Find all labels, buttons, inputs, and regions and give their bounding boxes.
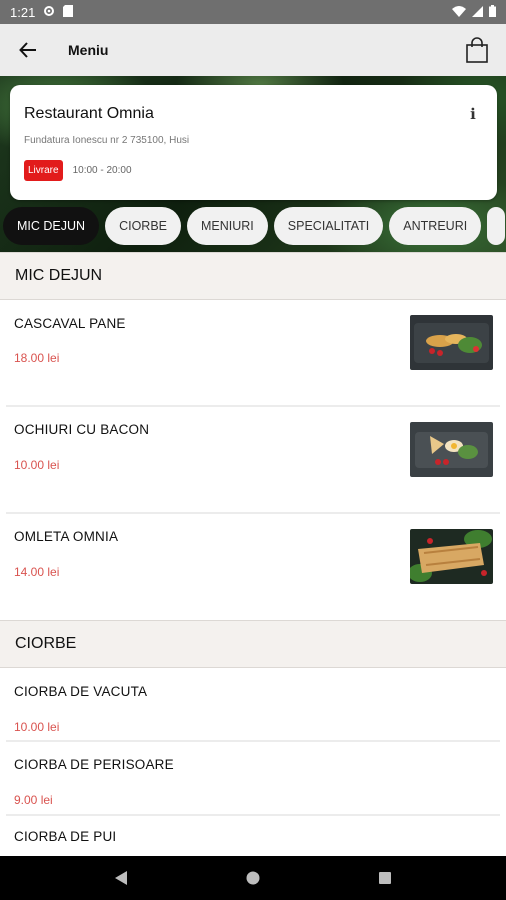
status-bar: 1:21 — [0, 0, 506, 24]
item-name: CIORBA DE PUI — [14, 829, 117, 844]
tab-more[interactable] — [487, 207, 506, 245]
back-button[interactable] — [14, 36, 42, 64]
category-tabs: MIC DEJUN CIORBE MENIURI SPECIALITATI AN… — [3, 207, 506, 245]
restaurant-hero: Restaurant Omnia Fundatura Ionescu nr 2 … — [0, 76, 506, 252]
arrow-back-icon — [19, 42, 36, 58]
tab-ciorbe[interactable]: CIORBE — [105, 207, 181, 245]
item-name: OMLETA OMNIA — [14, 529, 119, 544]
restaurant-name: Restaurant Omnia — [24, 105, 154, 122]
item-price: 18.00 lei — [14, 351, 60, 365]
item-photo — [410, 315, 493, 370]
wifi-icon — [452, 5, 466, 20]
item-name: CIORBA DE PERISOARE — [14, 757, 174, 772]
item-name: CASCAVAL PANE — [14, 316, 126, 331]
nav-recents-button[interactable] — [375, 868, 395, 888]
item-name: OCHIURI CU BACON — [14, 422, 150, 437]
item-photo — [410, 422, 493, 477]
nav-back-button[interactable] — [111, 868, 131, 888]
tab-specialitati[interactable]: SPECIALITATI — [273, 207, 384, 245]
item-price: 10.00 lei — [14, 458, 60, 472]
cart-button[interactable] — [462, 35, 492, 65]
tab-antreuri[interactable]: ANTREURI — [389, 207, 482, 245]
tab-mic-dejun[interactable]: MIC DEJUN — [3, 207, 100, 245]
sd-card-icon — [63, 4, 74, 20]
menu-item-ciorba-de-pui[interactable]: CIORBA DE PUI — [0, 816, 506, 856]
menu-item-cascaval-pane[interactable]: CASCAVAL PANE 18.00 lei — [0, 300, 506, 406]
app-bar: Meniu — [0, 24, 506, 76]
settings-status-icon — [43, 5, 55, 20]
menu-item-ochiuri-cu-bacon[interactable]: OCHIURI CU BACON 10.00 lei — [0, 407, 506, 513]
item-photo — [410, 529, 493, 584]
status-time: 1:21 — [10, 4, 36, 20]
menu-item-ciorba-de-vacuta[interactable]: CIORBA DE VACUTA 10.00 lei — [0, 668, 506, 740]
system-nav-bar — [0, 856, 506, 900]
section-header-ciorbe: CIORBE — [0, 620, 506, 668]
delivery-badge: Livrare — [24, 160, 63, 181]
menu-item-ciorba-de-perisoare[interactable]: CIORBA DE PERISOARE 9.00 lei — [0, 742, 506, 814]
item-price: 14.00 lei — [14, 565, 60, 579]
opening-hours: 10:00 - 20:00 — [72, 165, 132, 176]
restaurant-info-card: Restaurant Omnia Fundatura Ionescu nr 2 … — [10, 85, 497, 200]
section-header-mic-dejun: MIC DEJUN — [0, 252, 506, 300]
tab-meniuri[interactable]: MENIURI — [187, 207, 268, 245]
shopping-bag-icon — [466, 37, 488, 63]
triangle-back-icon — [115, 871, 127, 885]
circle-home-icon — [246, 871, 260, 885]
nav-home-button[interactable] — [243, 868, 263, 888]
info-icon: ℹ — [470, 105, 476, 123]
menu-item-omleta-omnia[interactable]: OMLETA OMNIA 14.00 lei — [0, 514, 506, 620]
item-price: 10.00 lei — [14, 720, 60, 734]
info-button[interactable]: ℹ — [465, 103, 481, 125]
battery-icon — [489, 4, 496, 20]
item-name: CIORBA DE VACUTA — [14, 684, 148, 699]
signal-icon — [472, 5, 483, 20]
square-recents-icon — [379, 872, 391, 884]
page-title: Meniu — [68, 42, 109, 58]
restaurant-address: Fundatura Ionescu nr 2 735100, Husi — [24, 135, 190, 146]
item-price: 9.00 lei — [14, 793, 53, 807]
